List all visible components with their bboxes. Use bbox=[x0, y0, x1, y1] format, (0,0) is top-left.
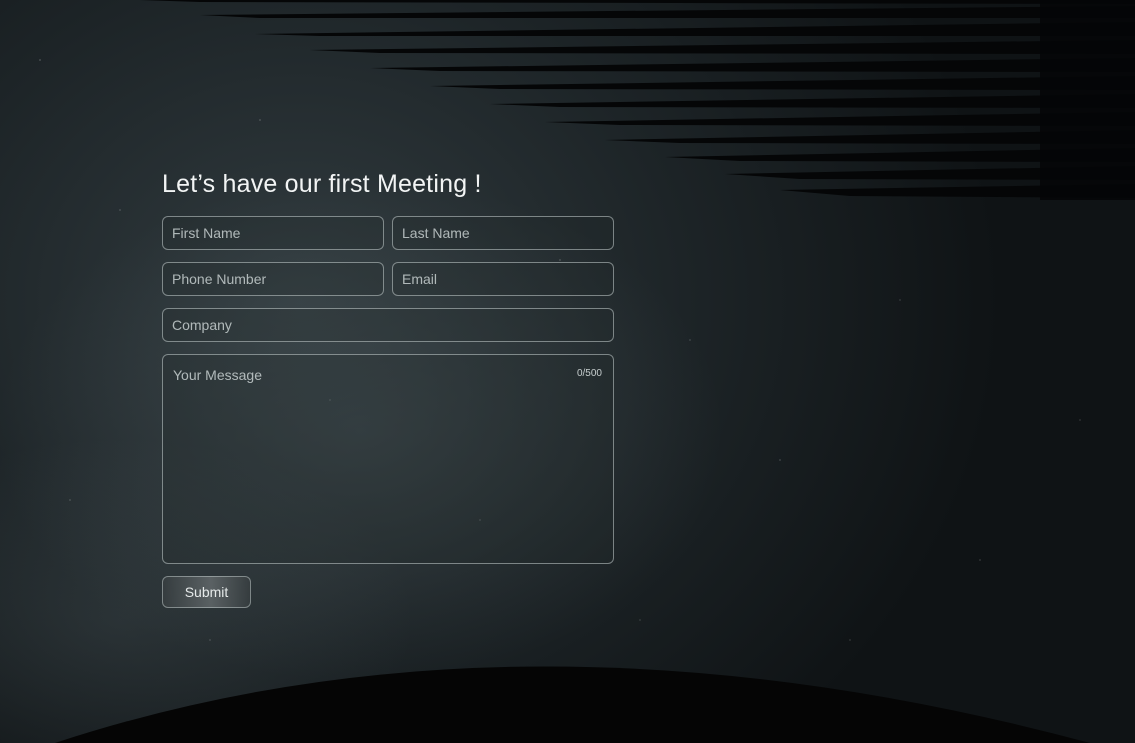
message-field-wrapper: 0/500 bbox=[162, 354, 614, 564]
form-title: Let’s have our first Meeting ! bbox=[162, 170, 482, 198]
contact-form: Let’s have our first Meeting ! 0/500 Sub… bbox=[162, 168, 614, 608]
phone-number-input[interactable] bbox=[162, 262, 384, 296]
name-row bbox=[162, 216, 614, 250]
page: Let’s have our first Meeting ! 0/500 Sub… bbox=[0, 0, 1135, 743]
company-row bbox=[162, 308, 614, 342]
contact-row bbox=[162, 262, 614, 296]
email-input[interactable] bbox=[392, 262, 614, 296]
submit-button[interactable]: Submit bbox=[162, 576, 251, 608]
first-name-input[interactable] bbox=[162, 216, 384, 250]
company-input[interactable] bbox=[162, 308, 614, 342]
message-textarea[interactable] bbox=[162, 354, 614, 564]
last-name-input[interactable] bbox=[392, 216, 614, 250]
character-counter: 0/500 bbox=[576, 368, 602, 379]
